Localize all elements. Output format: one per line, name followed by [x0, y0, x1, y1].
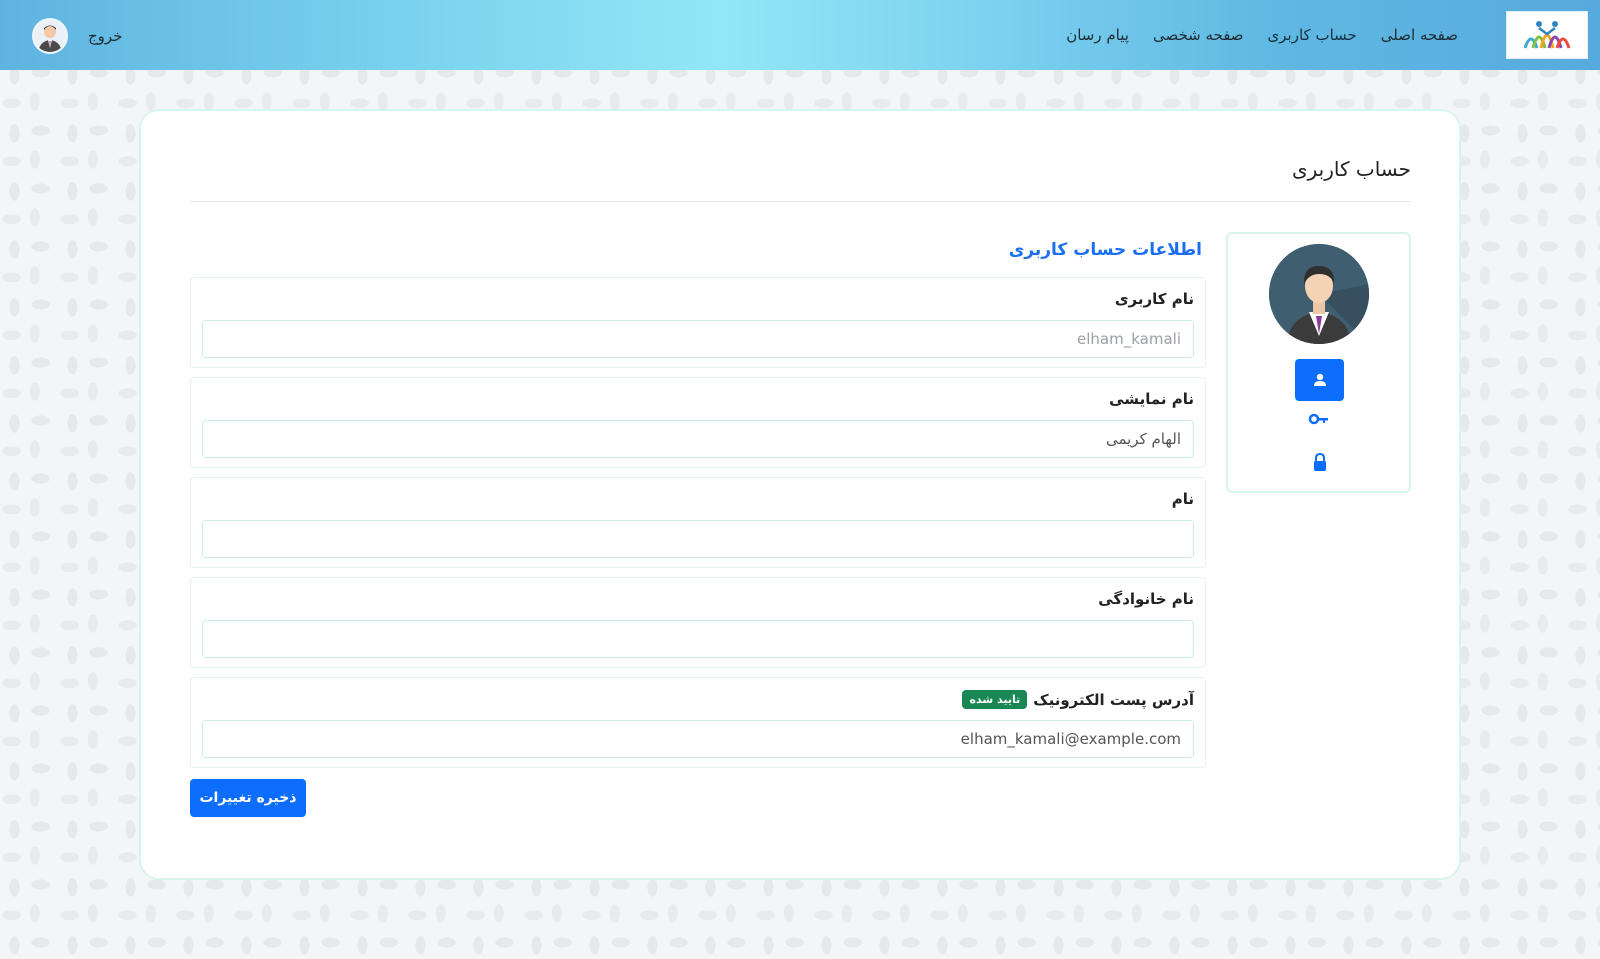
last-name-field-group: نام خانوادگی — [190, 577, 1206, 668]
username-label: نام کاربری — [1115, 290, 1194, 308]
first-name-input[interactable] — [202, 520, 1194, 558]
verified-badge: تایید شده — [962, 690, 1028, 709]
display-name-field-group: نام نمایشی — [190, 377, 1206, 468]
last-name-label: نام خانوادگی — [1098, 590, 1194, 608]
account-card: حساب کاربری اطلاعات حساب کاربری نام کارب… — [139, 109, 1461, 880]
account-side-panel — [1226, 232, 1411, 493]
site-logo[interactable] — [1506, 11, 1588, 59]
email-label: آدرس پست الکترونیک تایید شده — [962, 690, 1194, 709]
username-field-group: نام کاربری — [190, 277, 1206, 368]
nav-links: صفحه اصلی حساب کاربری صفحه شخصی پیام رسا… — [1066, 0, 1458, 70]
nav-link-messenger[interactable]: پیام رسان — [1066, 26, 1129, 44]
security-tab-button[interactable] — [1312, 452, 1328, 472]
nav-link-home[interactable]: صفحه اصلی — [1381, 26, 1458, 44]
display-name-label-text: نام نمایشی — [1109, 390, 1194, 408]
last-name-label-text: نام خانوادگی — [1098, 590, 1194, 608]
nav-user-area: خروج — [32, 18, 122, 54]
password-tab-button[interactable] — [1308, 411, 1332, 427]
lock-icon — [1314, 452, 1326, 471]
books-people-logo-icon — [1523, 21, 1571, 49]
email-field-group: آدرس پست الکترونیک تایید شده — [190, 677, 1206, 768]
first-name-label: نام — [1172, 490, 1194, 508]
username-label-text: نام کاربری — [1114, 290, 1194, 308]
user-avatar-icon[interactable] — [32, 18, 68, 54]
title-divider — [190, 201, 1411, 202]
user-icon — [1313, 373, 1326, 386]
nav-link-profile[interactable]: صفحه شخصی — [1153, 26, 1244, 44]
page-title: حساب کاربری — [1291, 157, 1411, 181]
display-name-label: نام نمایشی — [1109, 390, 1194, 408]
username-input[interactable] — [202, 320, 1194, 358]
profile-tab-button[interactable] — [1295, 359, 1344, 401]
save-changes-button[interactable]: ذخیره تغییرات — [190, 779, 306, 817]
email-input[interactable] — [202, 720, 1194, 758]
key-icon — [1308, 413, 1328, 425]
top-navbar: صفحه اصلی حساب کاربری صفحه شخصی پیام رسا… — [0, 0, 1600, 70]
first-name-field-group: نام — [190, 477, 1206, 568]
display-name-input[interactable] — [202, 420, 1194, 458]
nav-link-account[interactable]: حساب کاربری — [1268, 26, 1357, 44]
section-title: اطلاعات حساب کاربری — [1008, 240, 1202, 260]
first-name-label-text: نام — [1171, 490, 1194, 508]
last-name-input[interactable] — [202, 620, 1194, 658]
email-label-text: آدرس پست الکترونیک — [1033, 690, 1194, 709]
logout-link[interactable]: خروج — [88, 27, 122, 45]
businessman-avatar-icon — [1269, 244, 1369, 344]
